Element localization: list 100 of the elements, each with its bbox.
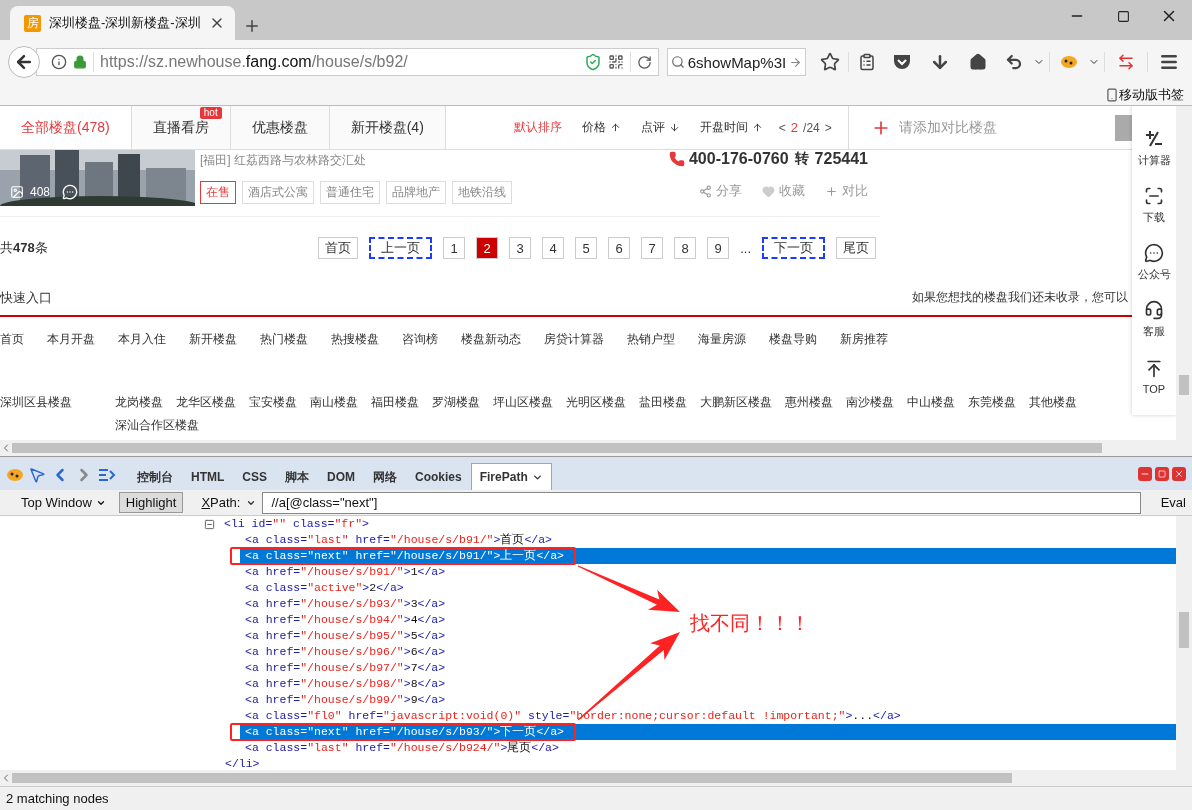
code-line[interactable]: <a href="/house/s/b98/">8</a> xyxy=(240,676,446,692)
page-button[interactable]: 9 xyxy=(707,237,730,259)
devtools-tab[interactable]: FirePath xyxy=(470,463,552,490)
sort-option[interactable]: 点评 xyxy=(640,119,680,136)
menu-icon[interactable] xyxy=(1159,52,1180,72)
nav-link[interactable]: 热搜楼盘 xyxy=(331,331,379,348)
page-button[interactable]: 6 xyxy=(608,237,631,259)
code-line[interactable]: <a href="/house/s/b91/">1</a> xyxy=(240,564,446,580)
page-button[interactable]: 1 xyxy=(443,237,466,259)
nav-link[interactable]: 新房推荐 xyxy=(840,331,888,348)
nav-link[interactable]: 楼盘新动态 xyxy=(461,331,521,348)
code-line[interactable]: <a class="last" href="/house/s/b91/">首页</a> xyxy=(240,532,552,548)
page-button[interactable]: 3 xyxy=(509,237,532,259)
collapse-icon[interactable] xyxy=(204,518,215,530)
district-link[interactable]: 东莞楼盘 xyxy=(968,394,1016,411)
district-link[interactable]: 南山楼盘 xyxy=(310,394,358,411)
nav-link[interactable]: 本月入住 xyxy=(118,331,166,348)
district-link[interactable]: 光明区楼盘 xyxy=(566,394,626,411)
district-link[interactable]: 惠州楼盘 xyxy=(785,394,833,411)
district-link[interactable]: 宝安楼盘 xyxy=(249,394,297,411)
address-field[interactable]: https://sz.newhouse.fang.com/house/s/b92/ xyxy=(36,48,659,76)
page-button[interactable]: 2 xyxy=(476,237,499,259)
restore-icon[interactable] xyxy=(1158,469,1166,478)
scrollbar-thumb[interactable] xyxy=(1179,375,1189,395)
code-line[interactable]: <a class="last" href="/house/s/b924/">尾页</a> xyxy=(240,740,559,756)
district-link[interactable]: 龙岗楼盘 xyxy=(115,394,163,411)
browser-tab[interactable]: 房 深圳楼盘-深圳新楼盘-深圳 xyxy=(10,6,235,40)
code-line[interactable]: <a href="/house/s/b94/">4</a> xyxy=(240,612,446,628)
context-dropdown[interactable]: Top Window xyxy=(14,492,113,513)
highlight-button[interactable]: Highlight xyxy=(118,492,184,513)
nav-link[interactable]: 楼盘导购 xyxy=(769,331,817,348)
side-tool[interactable]: 客服 xyxy=(1132,291,1176,348)
scrollbar-thumb[interactable] xyxy=(12,443,1102,453)
page-button[interactable]: 尾页 xyxy=(836,237,876,259)
district-link[interactable]: 南沙楼盘 xyxy=(846,394,894,411)
devtools-tab[interactable]: 网络 xyxy=(364,463,406,490)
home-icon[interactable] xyxy=(969,53,988,71)
page-button[interactable]: 4 xyxy=(542,237,565,259)
bug-icon[interactable] xyxy=(6,468,24,482)
nav-link[interactable]: 咨询榜 xyxy=(402,331,438,348)
code-line[interactable]: <a class="active">2</a> xyxy=(240,580,404,596)
district-link[interactable]: 龙华区楼盘 xyxy=(176,394,236,411)
compare-button[interactable] xyxy=(1115,114,1132,141)
filter-tab[interactable]: 新开楼盘(4) xyxy=(329,106,446,149)
page-button[interactable]: 首页 xyxy=(318,237,359,259)
side-tool[interactable]: 下载 xyxy=(1132,177,1176,234)
back-button[interactable] xyxy=(8,46,40,78)
devtools-tab[interactable]: 脚本 xyxy=(276,463,318,490)
devtools-tab[interactable]: 控制台 xyxy=(128,463,182,490)
bookmark-link[interactable]: 移动版书签 xyxy=(1119,85,1184,104)
district-link[interactable]: 中山楼盘 xyxy=(907,394,955,411)
pocket-icon[interactable] xyxy=(893,54,912,70)
devtools-tab[interactable]: DOM xyxy=(318,463,364,490)
side-tool[interactable]: 计算器 xyxy=(1132,120,1176,177)
district-link[interactable]: 盐田楼盘 xyxy=(639,394,687,411)
devtools-tab[interactable]: Cookies xyxy=(406,463,471,490)
maximize-icon[interactable] xyxy=(1116,9,1130,23)
district-link[interactable]: 坪山区楼盘 xyxy=(493,394,553,411)
undo-icon[interactable] xyxy=(1005,53,1024,71)
district-link[interactable]: 深汕合作区楼盘 xyxy=(115,417,199,434)
prev-page-link[interactable]: < xyxy=(778,120,786,135)
devtools-tab[interactable]: HTML xyxy=(182,463,234,490)
bug-icon[interactable] xyxy=(1060,55,1079,69)
side-tool[interactable]: TOP xyxy=(1132,348,1176,405)
scrollbar-thumb[interactable] xyxy=(12,773,1012,783)
district-link[interactable]: 福田楼盘 xyxy=(371,394,419,411)
page-button[interactable]: 5 xyxy=(575,237,598,259)
page-button[interactable]: 7 xyxy=(641,237,664,259)
sort-option[interactable]: 开盘时间 xyxy=(699,119,763,136)
search-field[interactable]: 6showMap%3I xyxy=(666,48,807,76)
xpath-field[interactable]: //a[@class="next"] xyxy=(262,491,1141,514)
inspect-icon[interactable] xyxy=(28,466,46,484)
sort-option[interactable]: 默认排序 xyxy=(513,119,562,136)
devtools-tab[interactable]: CSS xyxy=(233,463,276,490)
next-page-link[interactable]: > xyxy=(824,120,832,135)
code-line[interactable]: <a href="/house/s/b93/">3</a> xyxy=(240,596,446,612)
district-link[interactable]: 罗湖楼盘 xyxy=(432,394,480,411)
nav-link[interactable]: 首页 xyxy=(0,331,24,348)
page-button[interactable]: 上一页 xyxy=(369,237,433,259)
page-button[interactable]: 8 xyxy=(674,237,697,259)
code-line[interactable]: <a href="/house/s/b97/">7</a> xyxy=(240,660,446,676)
scrollbar-thumb[interactable] xyxy=(1179,612,1189,648)
nav-link[interactable]: 热销户型 xyxy=(627,331,675,348)
reader-icon[interactable] xyxy=(858,53,877,71)
district-link[interactable]: 大鹏新区楼盘 xyxy=(700,394,772,411)
eval-button[interactable]: Eval xyxy=(1160,495,1186,510)
nav-link[interactable]: 房贷计算器 xyxy=(544,331,604,348)
code-line[interactable]: <a href="/house/s/b96/">6</a> xyxy=(240,644,446,660)
nav-link[interactable]: 本月开盘 xyxy=(47,331,95,348)
district-link[interactable]: 其他楼盘 xyxy=(1029,394,1077,411)
filter-tab[interactable]: hot 直播看房 xyxy=(131,106,231,149)
code-line[interactable]: <a href="/house/s/b95/">5</a> xyxy=(240,628,446,644)
swap-arrows-icon[interactable] xyxy=(1117,53,1136,71)
nav-link[interactable]: 新开楼盘 xyxy=(189,331,237,348)
console-icon[interactable] xyxy=(98,468,116,482)
page-button[interactable]: 下一页 xyxy=(762,237,825,259)
code-line[interactable]: <a href="/house/s/b99/">9</a> xyxy=(240,692,446,708)
nav-link[interactable]: 热门楼盘 xyxy=(260,331,308,348)
filter-tab[interactable]: 优惠楼盘 xyxy=(230,106,330,149)
star-icon[interactable] xyxy=(820,52,841,72)
